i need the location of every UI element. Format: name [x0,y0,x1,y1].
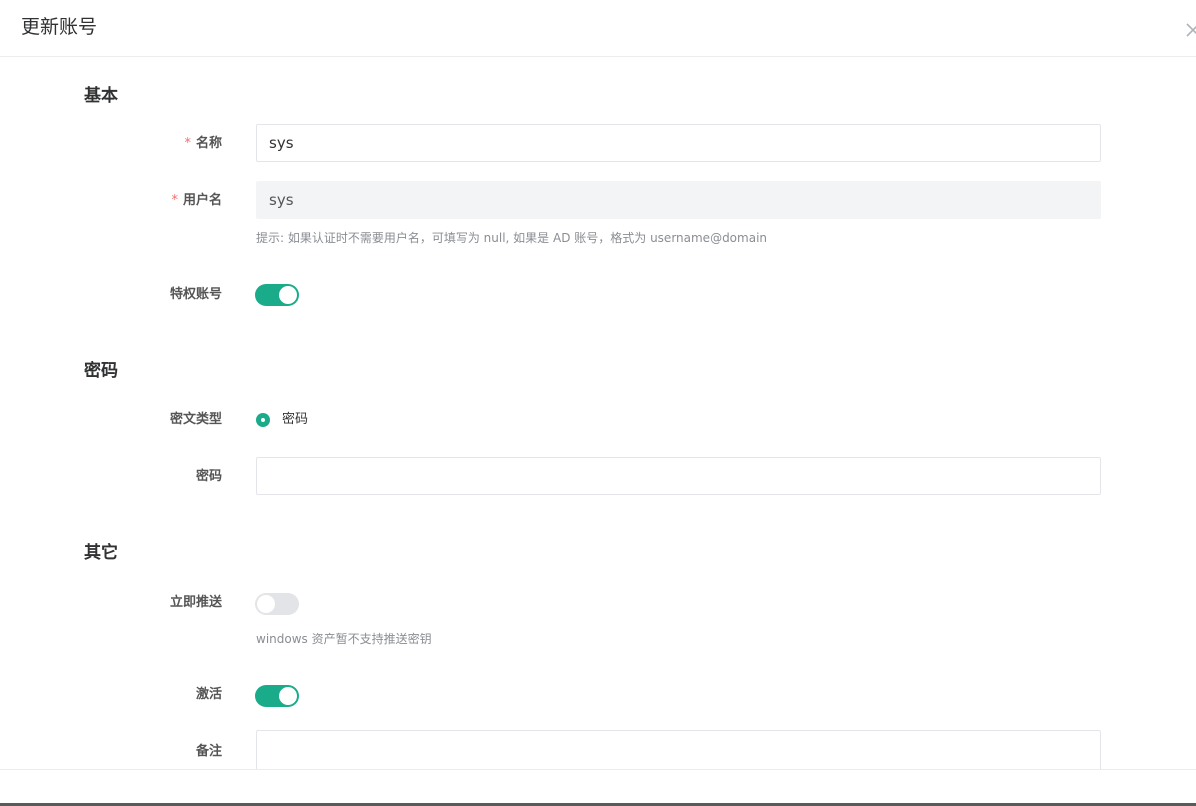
radio-dot [261,418,265,422]
privileged-label: 特权账号 [169,287,222,302]
section-title-basic: 基本 [84,86,118,106]
section-title-password: 密码 [84,361,118,381]
dialog-body: 基本 * 名称 * 用户名 提示: 如果认证时不需要用户名，可填写为 null, 如… [0,57,1196,769]
secret-type-password-label[interactable]: 密码 [282,410,308,430]
push-now-switch[interactable] [255,593,299,615]
update-account-dialog: 更新账号 基本 * 名称 * 用户名 提示: 如果认证时不需要用户名，可填写为 nu… [0,0,1196,806]
required-mark: * [184,136,191,151]
push-now-hint: windows 资产暂不支持推送密钥 [256,632,432,646]
name-label-text: 名称 [195,136,222,151]
privileged-switch[interactable] [255,284,299,306]
active-label: 激活 [195,687,222,702]
secret-type-label: 密文类型 [169,412,222,427]
dialog-header: 更新账号 [0,0,1196,57]
close-icon [1186,23,1196,37]
dialog-footer [0,769,1196,806]
active-switch[interactable] [255,685,299,707]
username-input[interactable] [256,181,1101,219]
comment-label: 备注 [195,744,222,759]
switch-knob [279,286,297,304]
username-label-text: 用户名 [182,193,222,208]
close-button[interactable] [1183,20,1196,40]
name-input[interactable] [256,124,1101,162]
dialog-title: 更新账号 [21,16,98,38]
comment-textarea[interactable] [256,730,1101,769]
secret-type-password-radio[interactable] [256,413,270,427]
switch-knob [257,595,275,613]
switch-knob [279,687,297,705]
name-label: * 名称 [0,134,222,154]
push-now-label: 立即推送 [169,595,222,610]
required-mark: * [171,193,178,208]
username-label: * 用户名 [0,191,222,211]
password-input[interactable] [256,457,1101,495]
password-label: 密码 [195,469,222,484]
section-title-other: 其它 [84,543,118,563]
username-hint: 提示: 如果认证时不需要用户名，可填写为 null, 如果是 AD 账号，格式为… [256,231,768,245]
